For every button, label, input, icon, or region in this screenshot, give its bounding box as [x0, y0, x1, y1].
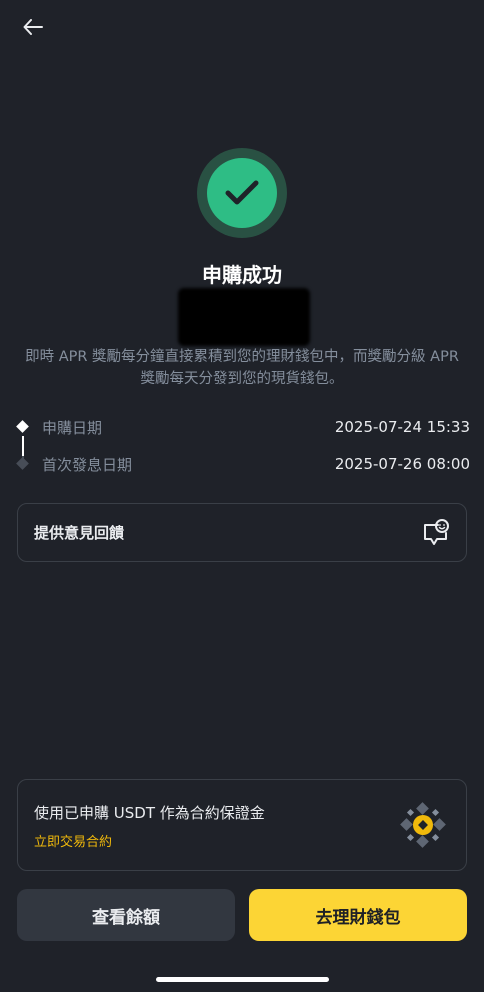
- success-badge: [197, 148, 287, 238]
- back-button[interactable]: [18, 12, 48, 42]
- timeline-label: 首次發息日期: [42, 455, 133, 474]
- feedback-label: 提供意見回饋: [34, 524, 125, 542]
- view-balance-button[interactable]: 查看餘額: [17, 889, 235, 941]
- timeline-active-dot: [16, 420, 29, 433]
- success-badge-inner: [207, 158, 277, 228]
- futures-promo-card[interactable]: 使用已申購 USDT 作為合約保證金 立即交易合約: [17, 779, 467, 871]
- check-icon: [225, 180, 259, 205]
- reward-description: 即時 APR 獎勵每分鐘直接累積到您的理財錢包中，而獎勵分級 APR 獎勵每天分…: [25, 349, 459, 387]
- redacted-amount: [178, 288, 310, 346]
- timeline-value: 2025-07-24 15:33: [334, 418, 470, 436]
- trade-futures-link[interactable]: 立即交易合約: [34, 831, 450, 850]
- home-indicator: [156, 977, 329, 982]
- go-earn-wallet-button[interactable]: 去理財錢包: [249, 889, 467, 941]
- timeline-pending-dot: [16, 457, 29, 470]
- binance-futures-icon: [400, 802, 446, 848]
- feedback-card[interactable]: 提供意見回饋: [17, 503, 467, 562]
- feedback-smile-icon: [424, 519, 449, 545]
- timeline-row-first-interest: 首次發息日期 2025-07-26 08:00: [14, 452, 470, 476]
- page-title: 申購成功: [202, 263, 282, 287]
- timeline-value: 2025-07-26 08:00: [334, 455, 470, 473]
- promo-text: 使用已申購 USDT 作為合約保證金: [34, 804, 265, 822]
- timeline-label: 申購日期: [42, 418, 103, 437]
- arrow-left-icon: [23, 19, 43, 35]
- timeline-row-subscribe: 申購日期 2025-07-24 15:33: [14, 415, 470, 439]
